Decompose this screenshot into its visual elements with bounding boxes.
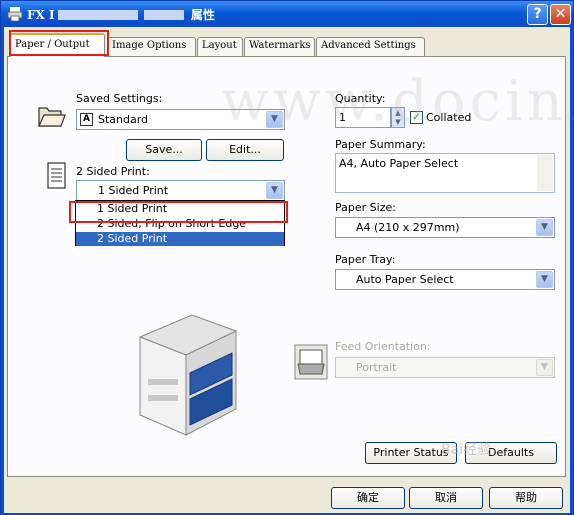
window-title: FX I 属性	[27, 6, 215, 23]
save-button[interactable]: Save...	[126, 139, 202, 161]
paper-size-label: Paper Size:	[335, 201, 396, 214]
redacted-block	[143, 10, 184, 20]
two-sided-value: 1 Sided Print	[98, 184, 169, 197]
annotation-box-option	[69, 201, 288, 223]
baidu-watermark: Bai经验	[441, 442, 492, 458]
paper-tray-select[interactable]: Auto Paper Select ▼	[335, 269, 555, 290]
paper-summary-box: A4, Auto Paper Select	[335, 153, 555, 193]
ok-button[interactable]: 确定	[331, 487, 405, 509]
cancel-button[interactable]: 取消	[409, 487, 483, 509]
close-button[interactable]: ✕	[550, 4, 571, 25]
two-sided-label: 2 Sided Print:	[76, 165, 150, 178]
standard-icon: A	[80, 113, 93, 126]
printer-illustration	[138, 314, 238, 436]
printer-icon	[7, 7, 23, 22]
title-prefix: FX I	[27, 8, 55, 22]
paper-summary-value: A4, Auto Paper Select	[339, 157, 459, 170]
paper-tray-value: Auto Paper Select	[356, 273, 454, 286]
option-2-sided-print[interactable]: 2 Sided Print	[76, 232, 284, 246]
saved-settings-value: Standard	[98, 113, 149, 126]
two-sided-select[interactable]: 1 Sided Print ▼	[76, 180, 285, 201]
feed-orientation-value: Portrait	[356, 361, 397, 374]
annotation-box-tab	[9, 30, 109, 56]
edit-button[interactable]: Edit...	[206, 139, 284, 161]
properties-window: FX I 属性 ? ✕ Paper / Output Image Options…	[0, 0, 574, 515]
scrollbar[interactable]	[537, 155, 553, 191]
watermark-text: www.docin.co	[221, 69, 574, 134]
document-icon	[47, 162, 66, 189]
feed-orientation-label: Feed Orientation:	[335, 340, 431, 353]
chevron-down-icon[interactable]: ▼	[266, 182, 283, 199]
chevron-down-icon[interactable]: ▼	[536, 271, 553, 288]
title-suffix: 属性	[190, 8, 215, 22]
redacted-block	[57, 10, 138, 20]
tab-image-options[interactable]: Image Options	[107, 37, 196, 56]
folder-icon	[38, 107, 66, 127]
tab-advanced-settings[interactable]: Advanced Settings	[316, 37, 425, 56]
help-button[interactable]: 帮助	[489, 487, 563, 509]
paper-size-value: A4 (210 x 297mm)	[356, 221, 460, 234]
feed-orientation-select: Portrait ▼	[335, 357, 555, 378]
title-bar[interactable]: FX I 属性 ? ✕	[1, 1, 573, 27]
chevron-down-icon: ▼	[536, 359, 553, 376]
paper-summary-label: Paper Summary:	[335, 138, 426, 151]
saved-settings-label: Saved Settings:	[76, 92, 163, 105]
tab-layout[interactable]: Layout	[197, 37, 243, 56]
tab-watermarks[interactable]: Watermarks	[244, 37, 315, 56]
paper-tray-label: Paper Tray:	[335, 253, 396, 266]
paper-size-select[interactable]: A4 (210 x 297mm) ▼	[335, 217, 555, 238]
help-title-button[interactable]: ?	[527, 4, 548, 25]
chevron-down-icon[interactable]: ▼	[536, 219, 553, 236]
feed-orientation-icon	[294, 344, 328, 380]
